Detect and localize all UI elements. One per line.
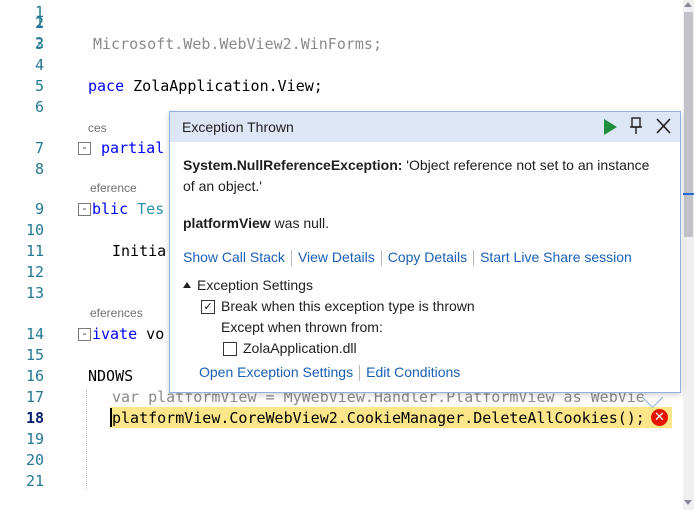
line-number: 17 [25, 388, 44, 406]
exception-type: System.NullReferenceException: [183, 157, 403, 173]
code-line-5[interactable]: pace ZolaApplication.View; [88, 76, 323, 97]
fold-toggle[interactable]: - [78, 328, 91, 341]
line-number: 3 [34, 35, 44, 53]
module-label[interactable]: ZolaApplication.dll [243, 340, 357, 356]
line-number: 7 [34, 139, 44, 157]
link-separator [473, 250, 475, 267]
null-variable-message: platformView was null. [183, 215, 329, 231]
error-icon[interactable]: ✕ [651, 409, 668, 426]
exception-message: System.NullReferenceException: 'Object r… [183, 155, 663, 197]
line-number-current: 18 [25, 409, 44, 427]
line-number: 15 [25, 346, 44, 364]
scrollbar-thumb[interactable] [684, 12, 693, 237]
namespace-name: ZolaApplication.View; [124, 77, 323, 95]
open-exception-settings-link[interactable]: Open Exception Settings [199, 364, 353, 380]
code-line-9[interactable]: blic Tes [92, 199, 164, 220]
close-icon[interactable] [655, 117, 672, 135]
code-line-7[interactable]: partial [92, 138, 164, 159]
code-line-3[interactable]: Microsoft.Web.WebView2.WinForms; [93, 34, 382, 55]
line-number: 5 [34, 77, 44, 95]
action-links: Show Call Stack View Details Copy Details S… [183, 249, 632, 267]
code-line-14[interactable]: ivate vo [92, 324, 164, 345]
copy-details-link[interactable]: Copy Details [388, 249, 467, 265]
except-when-label: Except when thrown from: [221, 319, 383, 335]
pin-icon[interactable] [629, 117, 643, 135]
continue-play-icon[interactable] [604, 119, 617, 135]
line-number: 11 [25, 242, 44, 260]
text-caret [110, 408, 112, 427]
indent-guide [86, 390, 87, 490]
line-number: 9 [34, 200, 44, 218]
scroll-up-arrow-icon[interactable] [684, 2, 692, 7]
line-number: 19 [25, 430, 44, 448]
popup-title: Exception Thrown [182, 119, 294, 135]
keyword: ivate [92, 325, 138, 343]
method-name: vo [137, 325, 165, 343]
exception-settings-label: Exception Settings [197, 277, 313, 293]
line-number: 6 [34, 98, 44, 116]
code-line-18[interactable]: platformView.CoreWebView2.CookieManager.… [112, 408, 645, 429]
view-details-link[interactable]: View Details [298, 249, 375, 265]
line-number: 10 [25, 221, 44, 239]
exception-settings-header[interactable]: Exception Settings [183, 277, 313, 293]
keyword: blic [92, 200, 129, 218]
link-separator [359, 365, 361, 382]
type-name: Tes [128, 200, 165, 218]
codelens-references[interactable]: eference [90, 181, 137, 195]
line-number: 21 [25, 472, 44, 490]
line-number: 16 [25, 367, 44, 385]
start-live-share-link[interactable]: Start Live Share session [480, 249, 632, 265]
edit-conditions-link[interactable]: Edit Conditions [366, 364, 460, 380]
codelens-references[interactable]: ces [88, 121, 107, 135]
popup-header: Exception Thrown [170, 112, 680, 142]
line-number: 2 [34, 14, 44, 32]
code-line-16[interactable]: NDOWS [88, 366, 133, 387]
scroll-down-arrow-icon[interactable] [684, 500, 692, 505]
codelens-references[interactable]: eferences [90, 306, 143, 320]
scrollbar-position-marker [683, 193, 694, 195]
null-variable-suffix: was null. [270, 215, 330, 231]
fold-toggle[interactable]: - [78, 203, 91, 216]
break-when-thrown-label[interactable]: Break when this exception type is thrown [221, 298, 475, 314]
line-number: 4 [34, 56, 44, 74]
line-number: 13 [25, 284, 44, 302]
exception-popup: Exception Thrown System.NullReferenceExc… [169, 111, 681, 393]
link-separator [380, 250, 382, 267]
link-separator [290, 250, 292, 267]
line-number: 14 [25, 325, 44, 343]
module-checkbox[interactable] [223, 342, 237, 356]
collapse-triangle-icon [183, 282, 191, 288]
break-when-thrown-checkbox[interactable]: ✓ [201, 300, 215, 314]
settings-links: Open Exception Settings Edit Conditions [199, 364, 460, 382]
keyword: pace [88, 77, 125, 95]
fold-toggle[interactable]: - [78, 142, 91, 155]
show-call-stack-link[interactable]: Show Call Stack [183, 249, 285, 265]
line-number: 8 [34, 160, 44, 178]
line-number: 12 [25, 263, 44, 281]
null-variable-name: platformView [183, 215, 271, 231]
line-number: 20 [25, 451, 44, 469]
code-line-11[interactable]: Initia [112, 241, 166, 262]
